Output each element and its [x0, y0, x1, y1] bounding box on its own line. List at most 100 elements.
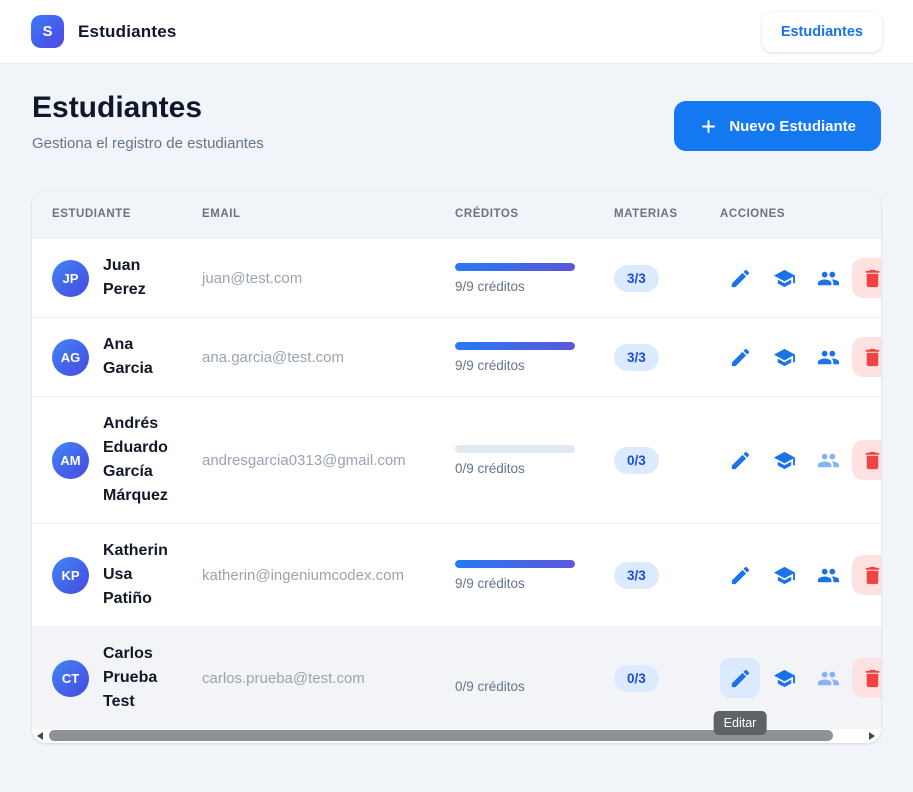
avatar-initials: JP	[62, 270, 79, 286]
edit-button[interactable]	[720, 440, 760, 480]
people-icon	[817, 671, 839, 685]
avatar: AM	[52, 441, 89, 479]
student-name: Juan Perez	[103, 257, 146, 298]
materias-badge: 3/3	[614, 343, 659, 371]
page-subtitle: Gestiona el registro de estudiantes	[32, 135, 264, 152]
credits-progressbar	[455, 341, 575, 350]
column-header-estudiante: ESTUDIANTE	[52, 208, 131, 220]
delete-button[interactable]	[852, 555, 881, 595]
avatar-initials: KP	[61, 567, 80, 583]
student-cell: AM Andrés Eduardo García Márquez	[32, 412, 202, 508]
edit-button[interactable]	[720, 555, 760, 595]
subjects-button[interactable]	[764, 440, 804, 480]
materias-cell: 0/3	[614, 446, 720, 474]
trash-icon	[865, 348, 879, 366]
plus-icon	[702, 119, 716, 133]
edit-button[interactable]	[720, 337, 760, 377]
subjects-button[interactable]	[764, 555, 804, 595]
actions-cell	[720, 337, 881, 377]
credits-progressbar	[455, 444, 575, 453]
column-header-acciones: ACCIONES	[720, 208, 786, 220]
edit-pencil-icon	[731, 269, 749, 287]
main-content: Estudiantes Gestiona el registro de estu…	[0, 64, 913, 743]
student-cell: AG Ana Garcia	[32, 333, 202, 381]
trash-icon	[865, 669, 879, 687]
people-icon	[817, 350, 839, 364]
student-name: Carlos Prueba Test	[103, 645, 158, 710]
edit-button[interactable]	[720, 258, 760, 298]
credits-progressbar	[455, 559, 575, 568]
new-student-button-label: Nuevo Estudiante	[729, 117, 856, 135]
avatar: CT	[52, 659, 89, 697]
groups-button[interactable]	[808, 440, 848, 480]
scroll-right-arrow-icon[interactable]	[869, 732, 875, 740]
table-header-row: ESTUDIANTE EMAIL CRÉDITOS MATERIAS ACCIO…	[32, 190, 881, 238]
materias-cell: 0/3	[614, 664, 720, 692]
edit-pencil-icon	[731, 566, 749, 584]
brand: S Estudiantes	[31, 15, 177, 48]
column-header-materias: MATERIAS	[614, 208, 678, 220]
trash-icon	[865, 451, 879, 469]
credits-label: 9/9 créditos	[455, 278, 525, 294]
avatar-initials: CT	[61, 670, 80, 686]
subjects-button[interactable]	[764, 337, 804, 377]
app-header: S Estudiantes Estudiantes	[0, 0, 913, 64]
table-row: KP Katherin Usa Patiño katherin@ingenium…	[32, 523, 881, 626]
edit-pencil-icon	[731, 451, 749, 469]
nav-estudiantes-button[interactable]: Estudiantes	[761, 11, 882, 52]
page-head: Estudiantes Gestiona el registro de estu…	[32, 90, 881, 152]
groups-button[interactable]	[808, 337, 848, 377]
edit-button[interactable]: Editar	[713, 658, 767, 735]
materias-cell: 3/3	[614, 343, 720, 371]
groups-button[interactable]	[808, 658, 848, 698]
materias-cell: 3/3	[614, 264, 720, 292]
actions-cell	[720, 258, 881, 298]
materias-badge: 3/3	[614, 264, 659, 292]
student-cell: JP Juan Perez	[32, 254, 202, 302]
avatar: JP	[52, 259, 89, 297]
new-student-button[interactable]: Nuevo Estudiante	[674, 101, 881, 151]
table-row: AG Ana Garcia ana.garcia@test.com 9/9 cr…	[32, 317, 881, 396]
trash-icon	[865, 566, 879, 584]
groups-button[interactable]	[808, 555, 848, 595]
materias-cell: 3/3	[614, 561, 720, 589]
delete-button[interactable]	[852, 658, 881, 698]
credits-progress-fill	[455, 559, 575, 568]
credits-label: 9/9 créditos	[455, 575, 525, 591]
app-title: Estudiantes	[78, 21, 177, 41]
student-email: andresgarcia0313@gmail.com	[202, 451, 406, 469]
student-name: Andrés Eduardo García Márquez	[103, 415, 168, 504]
tooltip: Editar	[713, 711, 767, 735]
people-icon	[817, 271, 839, 285]
graduation-cap-icon	[773, 669, 795, 687]
students-table-card: ESTUDIANTE EMAIL CRÉDITOS MATERIAS ACCIO…	[32, 190, 881, 743]
delete-button[interactable]	[852, 337, 881, 377]
subjects-button[interactable]	[764, 658, 804, 698]
avatar: AG	[52, 338, 89, 376]
people-icon	[817, 568, 839, 582]
page-title: Estudiantes	[32, 91, 203, 124]
student-cell: KP Katherin Usa Patiño	[32, 539, 202, 611]
materias-badge: 0/3	[614, 446, 659, 474]
subjects-button[interactable]	[764, 258, 804, 298]
delete-button[interactable]	[852, 258, 881, 298]
edit-pencil-icon	[731, 669, 749, 687]
people-icon	[817, 453, 839, 467]
credits-cell: 0/9 créditos	[455, 663, 614, 694]
edit-pencil-icon	[731, 348, 749, 366]
graduation-cap-icon	[773, 348, 795, 366]
student-email: carlos.prueba@test.com	[202, 669, 365, 687]
column-header-email: EMAIL	[202, 208, 241, 220]
student-email: katherin@ingeniumcodex.com	[202, 566, 404, 584]
graduation-cap-icon	[773, 566, 795, 584]
student-email: juan@test.com	[202, 269, 303, 287]
actions-cell	[720, 440, 881, 480]
delete-button[interactable]	[852, 440, 881, 480]
actions-cell	[720, 555, 881, 595]
scroll-left-arrow-icon[interactable]	[37, 732, 43, 740]
groups-button[interactable]	[808, 258, 848, 298]
actions-cell: Editar	[713, 658, 881, 735]
column-header-creditos: CRÉDITOS	[455, 208, 519, 220]
credits-cell: 0/9 créditos	[455, 444, 614, 476]
student-cell: CT Carlos Prueba Test	[32, 642, 202, 714]
